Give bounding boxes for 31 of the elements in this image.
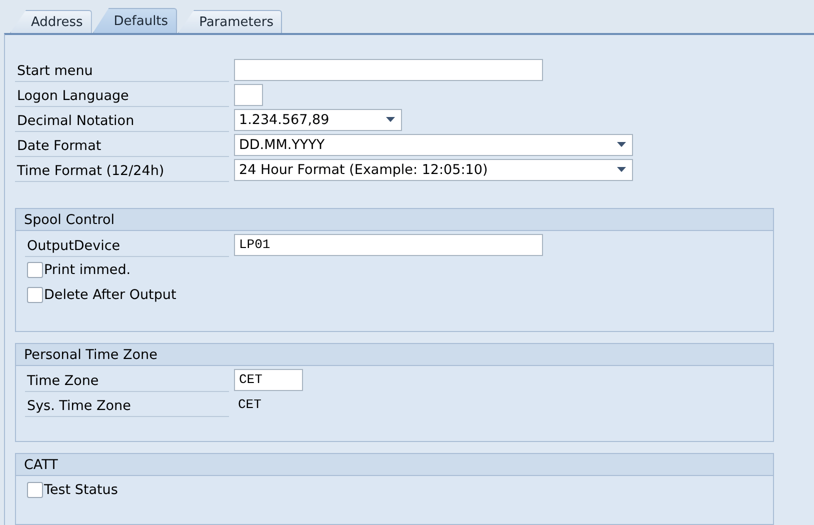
- field-label: Date Format: [15, 136, 229, 156]
- tab[interactable]: Defaults: [92, 8, 178, 33]
- input-field[interactable]: [234, 58, 543, 80]
- checkbox[interactable]: [27, 286, 43, 302]
- field-label: Decimal Notation: [15, 110, 229, 132]
- input-field[interactable]: [234, 84, 263, 106]
- tab[interactable]: Address: [10, 10, 92, 33]
- input-field[interactable]: CET: [234, 368, 303, 390]
- field-label: Start menu: [15, 60, 229, 82]
- field-label: Sys. Time Zone: [25, 396, 229, 416]
- dropdown-field[interactable]: DD.MM.YYYY: [234, 134, 633, 156]
- input-field[interactable]: LP01: [234, 234, 543, 256]
- caret-icon: [617, 167, 626, 172]
- tab[interactable]: Parameters: [178, 10, 282, 33]
- group-title: Personal Time Zone: [16, 344, 773, 366]
- dropdown-field[interactable]: 24 Hour Format (Example: 12:05:10): [234, 158, 633, 180]
- field-value: CET: [238, 397, 262, 412]
- checkbox-label: Print immed.: [44, 262, 131, 278]
- field-label: Time Zone: [25, 370, 229, 392]
- dropdown-field[interactable]: 1.234.567,89: [234, 108, 402, 130]
- group-title: CATT: [16, 454, 773, 476]
- group-title: Spool Control: [16, 209, 773, 231]
- checkbox[interactable]: [27, 482, 43, 498]
- caret-icon: [617, 142, 626, 147]
- checkbox-label: Delete After Output: [44, 286, 176, 302]
- checkbox[interactable]: [27, 262, 43, 278]
- field-label: Logon Language: [15, 86, 229, 106]
- checkbox-label: Test Status: [44, 482, 118, 498]
- caret-icon: [386, 117, 395, 122]
- field-label: OutputDevice: [25, 236, 229, 256]
- field-label: Time Format (12/24h): [15, 160, 229, 182]
